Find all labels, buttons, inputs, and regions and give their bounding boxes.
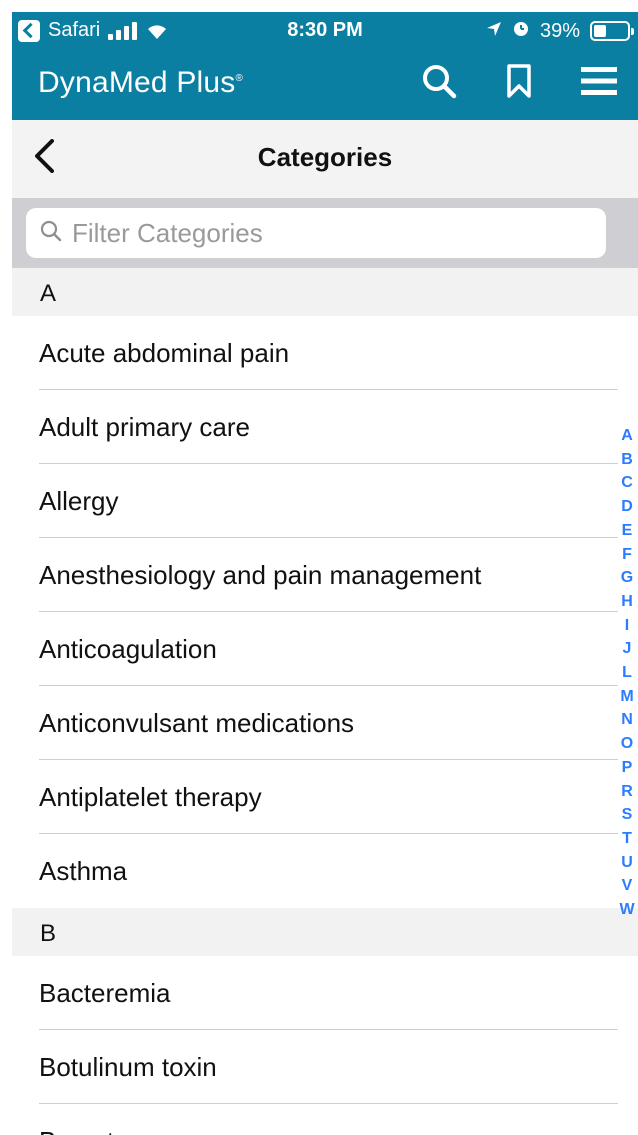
list-item[interactable]: Bacteremia bbox=[12, 956, 638, 1030]
list-item[interactable]: Botulinum toxin bbox=[12, 1030, 638, 1104]
index-letter-o[interactable]: O bbox=[621, 732, 633, 756]
list-item-label: Botulinum toxin bbox=[39, 1052, 217, 1082]
list-item[interactable]: Asthma bbox=[12, 834, 638, 908]
index-letter-b[interactable]: B bbox=[621, 448, 633, 472]
brand-name: DynaMed Plus bbox=[38, 66, 236, 99]
index-letter-p[interactable]: P bbox=[622, 756, 633, 780]
category-list: A Acute abdominal pain Adult primary car… bbox=[12, 268, 638, 1135]
app-actions bbox=[418, 62, 620, 104]
search-field[interactable] bbox=[26, 208, 606, 258]
index-letter-n[interactable]: N bbox=[621, 708, 633, 732]
app-frame: Safari 8:30 PM 39% DynaMed Plus® Categor… bbox=[12, 12, 638, 1135]
index-letter-j[interactable]: J bbox=[623, 637, 632, 661]
app-bar: DynaMed Plus® bbox=[12, 50, 638, 120]
list-item[interactable]: Breast cancer bbox=[12, 1104, 638, 1135]
index-letter-e[interactable]: E bbox=[622, 519, 633, 543]
list-item-label: Allergy bbox=[39, 486, 119, 516]
list-item-label: Acute abdominal pain bbox=[39, 338, 290, 368]
bookmark-button[interactable] bbox=[498, 62, 540, 104]
menu-button[interactable] bbox=[578, 62, 620, 104]
list-item-label: Bacteremia bbox=[39, 978, 171, 1008]
list-item-label: Anticonvulsant medications bbox=[39, 708, 355, 738]
location-icon bbox=[486, 20, 502, 43]
list-item[interactable]: Acute abdominal pain bbox=[12, 316, 638, 390]
battery-icon bbox=[590, 21, 634, 41]
list-item[interactable]: Anticonvulsant medications bbox=[12, 686, 638, 760]
index-letter-f[interactable]: F bbox=[622, 543, 632, 567]
battery-percent: 39% bbox=[539, 19, 580, 42]
search-icon bbox=[421, 63, 457, 104]
search-glass-icon bbox=[40, 220, 62, 247]
list-item-label: Anticoagulation bbox=[39, 634, 217, 664]
index-letter-m[interactable]: M bbox=[620, 685, 633, 709]
index-letter-g[interactable]: G bbox=[621, 566, 633, 590]
nav-bar: Categories bbox=[12, 120, 638, 199]
index-letter-v[interactable]: V bbox=[622, 874, 633, 898]
alarm-icon bbox=[512, 19, 530, 43]
list-item[interactable]: Antiplatelet therapy bbox=[12, 760, 638, 834]
list-item-label: Asthma bbox=[39, 856, 128, 886]
list-item-label: Antiplatelet therapy bbox=[39, 782, 262, 812]
list-item-label: Adult primary care bbox=[39, 412, 250, 442]
list-item-label: Breast cancer bbox=[39, 1126, 199, 1135]
index-letter-i[interactable]: I bbox=[625, 614, 629, 638]
section-header-b: B bbox=[12, 908, 638, 956]
bookmark-icon bbox=[506, 63, 532, 103]
filter-input[interactable] bbox=[62, 216, 606, 250]
list-item[interactable]: Anticoagulation bbox=[12, 612, 638, 686]
index-letter-l[interactable]: L bbox=[622, 661, 632, 685]
index-letter-d[interactable]: D bbox=[621, 495, 633, 519]
list-item[interactable]: Adult primary care bbox=[12, 390, 638, 464]
status-right: 39% bbox=[486, 19, 634, 43]
index-letter-a[interactable]: A bbox=[621, 424, 633, 448]
index-letter-t[interactable]: T bbox=[622, 827, 632, 851]
index-letter-c[interactable]: C bbox=[621, 471, 633, 495]
search-button[interactable] bbox=[418, 62, 460, 104]
brand-logo: DynaMed Plus® bbox=[38, 66, 243, 100]
list-item[interactable]: Anesthesiology and pain management bbox=[12, 538, 638, 612]
status-bar: Safari 8:30 PM 39% bbox=[12, 12, 638, 50]
index-letter-r[interactable]: R bbox=[621, 780, 633, 804]
index-letter-w[interactable]: W bbox=[619, 898, 634, 922]
brand-mark: ® bbox=[235, 73, 244, 84]
alphabet-index[interactable]: ABCDEFGHIJLMNOPRSTUVW bbox=[616, 424, 638, 922]
menu-icon bbox=[581, 65, 617, 102]
index-letter-h[interactable]: H bbox=[621, 590, 633, 614]
search-bar bbox=[12, 198, 638, 268]
top-header: Safari 8:30 PM 39% DynaMed Plus® bbox=[12, 12, 638, 120]
index-letter-u[interactable]: U bbox=[621, 851, 633, 875]
index-letter-s[interactable]: S bbox=[622, 803, 633, 827]
list-item[interactable]: Allergy bbox=[12, 464, 638, 538]
section-header-a: A bbox=[12, 268, 638, 316]
list-item-label: Anesthesiology and pain management bbox=[39, 560, 482, 590]
page-title: Categories bbox=[257, 142, 393, 172]
